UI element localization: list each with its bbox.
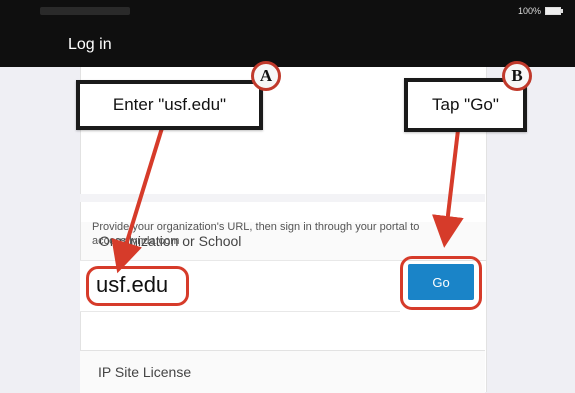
callout-enter-usf: Enter "usf.edu" <box>76 80 263 130</box>
battery-icon <box>545 7 563 15</box>
section-divider <box>80 194 485 202</box>
go-button[interactable]: Go <box>408 264 474 300</box>
status-indicators: 100% <box>517 6 563 16</box>
callout-badge-b: B <box>502 61 532 91</box>
top-bar: 100% Log in <box>0 0 575 67</box>
page-title: Log in <box>68 36 112 53</box>
organization-url-input[interactable]: usf.edu <box>80 260 400 312</box>
ip-site-license-label: IP Site License <box>98 364 192 380</box>
ip-site-license-row[interactable]: IP Site License <box>80 350 485 393</box>
callout-badge-a: A <box>251 61 281 91</box>
status-carrier <box>40 7 130 15</box>
organization-url-description: Provide your organization's URL, then si… <box>92 221 420 247</box>
battery-percentage: 100% <box>517 6 541 16</box>
organization-url-value: usf.edu <box>96 272 169 297</box>
